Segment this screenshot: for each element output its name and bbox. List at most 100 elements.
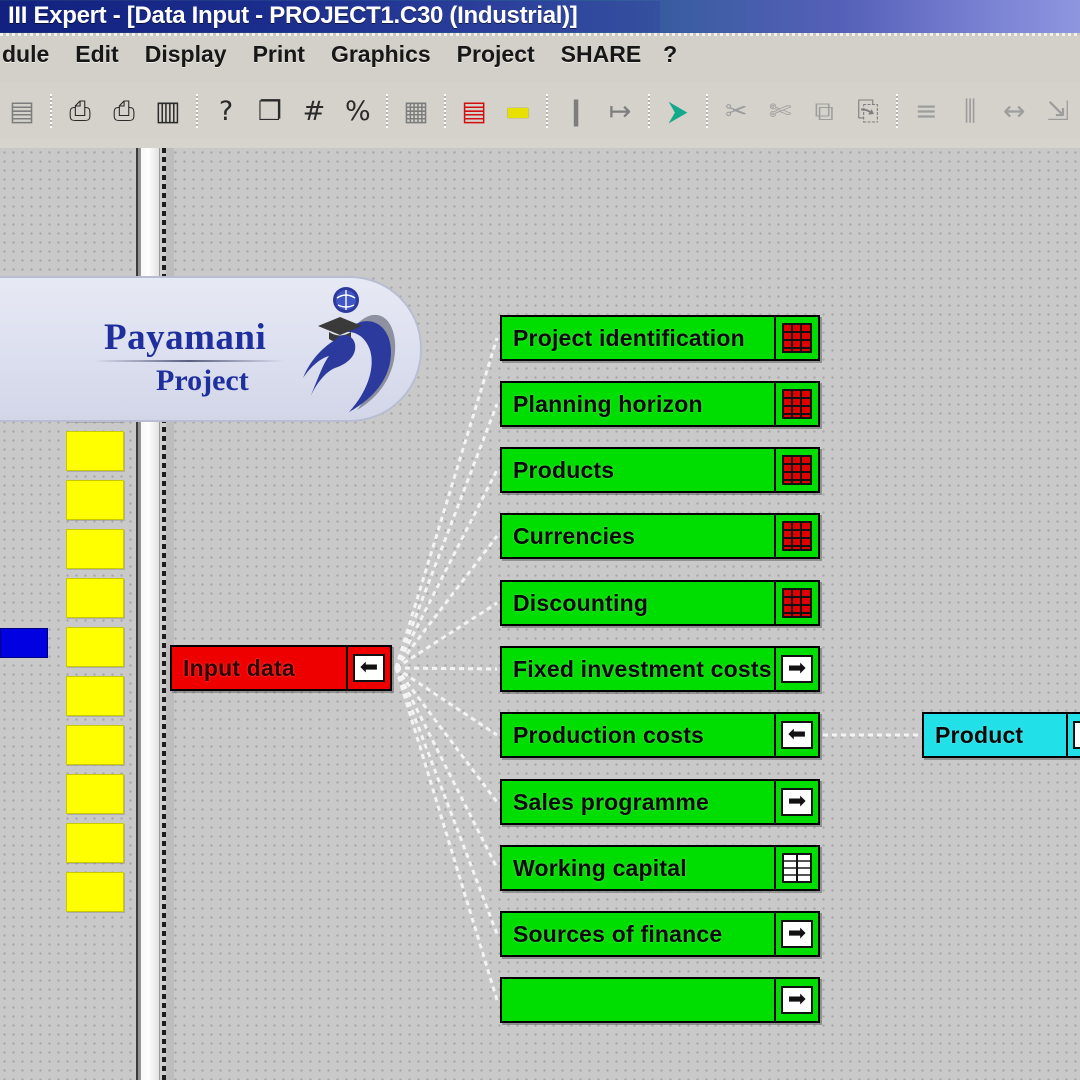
toolbar-info-button[interactable]: ❙ [555,88,597,134]
resize-icon: ⇲ [1046,95,1070,127]
arrow-left-icon: ⬅ [781,721,813,749]
diagram-node[interactable]: Currencies [500,513,820,559]
node-label: Currencies [502,515,774,557]
copy-icon: ⧉ [814,95,834,127]
yellow-block[interactable] [66,823,124,863]
toolbar-window-layout-button[interactable]: ▥ [147,88,189,134]
diagram-node[interactable]: Sources of finance ➡ [500,911,820,957]
toolbar-table-button[interactable]: ▦ [395,88,437,134]
toolbar-copy-button[interactable]: ⧉ [803,88,845,134]
menu-item-dule[interactable]: dule [0,41,62,68]
yellow-block[interactable] [66,480,124,520]
connector-line [394,667,499,803]
red-grid-icon [782,521,812,551]
node-icon-slot[interactable]: ➡ [774,979,818,1021]
node-icon-slot[interactable]: ⬅ [774,714,818,756]
selected-block[interactable] [0,628,48,658]
menu-bar: dule Edit Display Print Graphics Project SHARE… [0,33,1080,84]
toolbar-notes-button[interactable]: ▬ [497,88,539,134]
diagram-node[interactable]: Sales programme ➡ [500,779,820,825]
yellow-block[interactable] [66,529,124,569]
node-label: Input data [172,647,346,689]
connector-line [394,535,499,669]
diagram-node[interactable]: Products [500,447,820,493]
menu-item-project[interactable]: Project [444,41,548,68]
toolbar-print-button[interactable]: ⎙ [59,88,101,134]
node-label: Project identification [502,317,774,359]
arrow-glyph: ⬅ [359,655,379,680]
toolbar-align-left-button[interactable]: ≡ [905,88,947,134]
menu-item-graphics[interactable]: Graphics [318,41,444,68]
connector-line [394,469,499,669]
node-icon-slot[interactable]: ⬅ [346,647,390,689]
red-grid-icon [782,588,812,618]
diagram-node-partial[interactable]: ➡ [500,977,820,1023]
diagram-node[interactable]: Discounting [500,580,820,626]
toolbar-separator [47,94,55,128]
white-grid-icon [782,853,812,883]
node-icon-slot[interactable] [774,847,818,889]
node-icon-slot[interactable] [774,317,818,359]
yellow-block[interactable] [66,578,124,618]
diagram-node[interactable]: Working capital [500,845,820,891]
menu-item-print[interactable]: Print [240,41,318,68]
diagram-node[interactable]: Production costs ⬅ [500,712,820,758]
connector-line [395,666,498,671]
toolbar-help-context-button[interactable]: ? [205,88,247,134]
diagram-node[interactable]: Project identification [500,315,820,361]
connector-line [394,667,499,935]
toolbar-distribute-button[interactable]: ↔ [993,88,1035,134]
menu-item-[interactable]: ? [654,41,690,68]
toolbar-percent-button[interactable]: % [337,88,379,134]
arrow-glyph: ➡ [787,789,807,814]
toolbar-grid-button[interactable]: # [293,88,335,134]
watermark-brand-secondary: Project [156,364,249,397]
toolbar-cut-button[interactable]: ✂ [715,88,757,134]
watermark-graduate-logo-icon [303,287,396,412]
yellow-block[interactable] [66,627,124,667]
node-icon-slot[interactable]: ➡ [774,781,818,823]
toolbar-link-node-button[interactable]: ↦ [599,88,641,134]
menu-item-edit[interactable]: Edit [62,41,131,68]
diagram-workspace[interactable]: ➡ Project identification Planning horizon P… [0,139,1080,1080]
cut-icon: ✂ [724,95,748,127]
node-icon-slot[interactable] [774,383,818,425]
link-node-icon: ↦ [608,95,632,127]
yellow-block[interactable] [66,774,124,814]
node-label: Products [502,449,774,491]
menu-item-share[interactable]: SHARE [548,41,655,68]
calculator-icon: ▤ [461,95,487,127]
toolbar-separator [441,94,449,128]
diagram-node[interactable]: Input data ⬅ [170,645,392,691]
diagram-node[interactable]: Fixed investment costs ➡ [500,646,820,692]
node-icon-slot[interactable]: ➡ [774,648,818,690]
print-preview-icon: ⎙ [113,95,135,127]
yellow-block[interactable] [66,676,124,716]
diagram-node[interactable]: Product⬅ [922,712,1080,758]
node-icon-slot[interactable] [774,449,818,491]
toolbar-insert-node-button[interactable]: ⮞ [657,88,699,134]
node-icon-slot[interactable]: ⬅ [1066,714,1080,756]
node-icon-slot[interactable] [774,515,818,557]
window-layout-icon: ▥ [155,95,181,127]
yellow-block[interactable] [66,431,124,471]
toolbar-calculator-button[interactable]: ▤ [453,88,495,134]
toolbar-save-button[interactable]: ▤ [1,88,43,134]
diagram-node[interactable]: Planning horizon [500,381,820,427]
connector-line [394,667,499,1001]
toolbar-print-preview-button[interactable]: ⎙ [103,88,145,134]
watermark-divider [94,360,284,362]
red-grid-icon [782,455,812,485]
arrow-glyph: ⬅ [787,722,807,747]
node-icon-slot[interactable] [774,582,818,624]
table-icon: ▦ [403,95,429,127]
yellow-block[interactable] [66,725,124,765]
toolbar-paste-button[interactable]: ⎘ [847,88,889,134]
toolbar-resize-button[interactable]: ⇲ [1037,88,1079,134]
node-icon-slot[interactable]: ➡ [774,913,818,955]
toolbar-align-columns-button[interactable]: ⫼ [949,88,991,134]
toolbar-cut-alt-button[interactable]: ✄ [759,88,801,134]
menu-item-display[interactable]: Display [132,41,240,68]
yellow-block[interactable] [66,872,124,912]
toolbar-copy-module-button[interactable]: ❐ [249,88,291,134]
